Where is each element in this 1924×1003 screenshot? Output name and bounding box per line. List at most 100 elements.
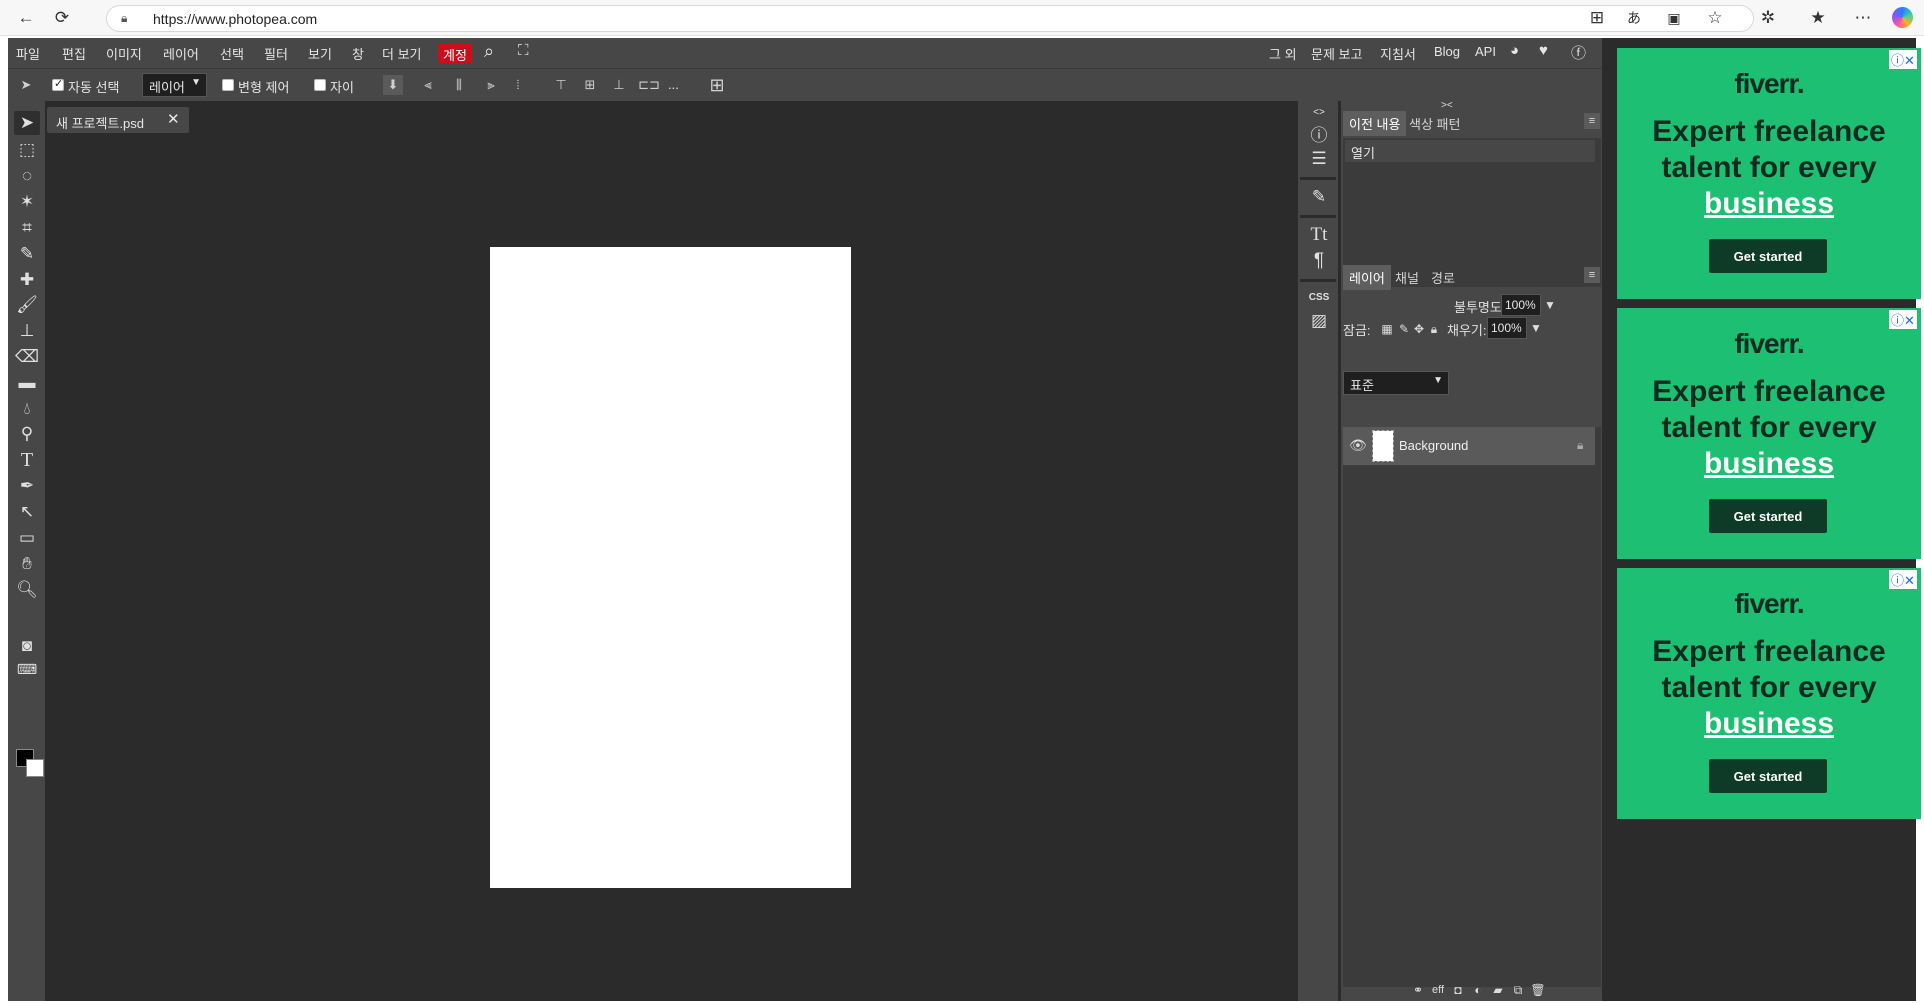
align-left-icon[interactable]: ⫷ (418, 75, 438, 95)
close-icon[interactable]: ✕ (167, 110, 180, 128)
visibility-eye-icon[interactable]: 👁︎ (1349, 437, 1367, 454)
menu-other[interactable]: 그 외 (1269, 44, 1297, 63)
fill-input[interactable]: 100% (1487, 317, 1527, 339)
star-icon[interactable]: ☆ (1703, 6, 1727, 30)
document-tab-name[interactable]: 새 프로젝트.psd (56, 113, 144, 132)
ad-banner[interactable]: ⓘ✕ fiverr. Expert freelance talent for e… (1617, 568, 1921, 819)
search-icon[interactable]: ⌕ (484, 41, 494, 62)
opacity-input[interactable]: 100% (1501, 294, 1541, 316)
account-button[interactable]: 계정 (438, 43, 472, 64)
menu-window[interactable]: 창 (352, 44, 364, 63)
distribute-v-icon[interactable]: ⊏⊐ (638, 75, 660, 95)
marquee-tool-icon[interactable]: ⬚ (14, 138, 40, 162)
keyboard-icon[interactable]: ⌨ (14, 657, 40, 681)
new-layer-icon[interactable]: ⧉ (1509, 982, 1527, 998)
more-options[interactable]: ... (668, 77, 679, 92)
url-text[interactable]: https://www.photopea.com (153, 11, 317, 27)
history-scrollbar[interactable] (1595, 138, 1601, 287)
layer-row[interactable]: 👁︎ Background 🔒︎ (1343, 427, 1599, 465)
brush-tool-icon[interactable]: 🖌︎ (14, 293, 40, 317)
menu-image[interactable]: 이미지 (106, 44, 142, 63)
collapse-arrows-icon[interactable]: <> (1306, 107, 1332, 118)
transform-controls-checkbox[interactable] (222, 79, 234, 91)
get-started-button[interactable]: Get started (1709, 239, 1827, 273)
distance-checkbox[interactable] (314, 79, 326, 91)
css-icon[interactable]: CSS (1306, 285, 1332, 309)
fullscreen-icon[interactable]: ⛶ (518, 42, 529, 59)
reddit-icon[interactable]: ◕ (1510, 42, 1519, 59)
lock-pixels-icon[interactable]: ✎ (1396, 321, 1412, 337)
facebook-icon[interactable]: ⓕ (1571, 42, 1586, 63)
effects-icon[interactable]: eff (1429, 982, 1447, 998)
eraser-tool-icon[interactable]: ⌫ (14, 345, 40, 369)
get-started-button[interactable]: Get started (1709, 499, 1827, 533)
apps-icon[interactable]: ⊞ (1585, 6, 1609, 30)
ad-link[interactable]: business (1637, 706, 1901, 742)
new-group-icon[interactable]: ▰ (1489, 982, 1507, 998)
eyedropper-tool-icon[interactable]: ✎ (14, 242, 40, 266)
ad-link[interactable]: business (1637, 186, 1901, 222)
brush-settings-icon[interactable]: ✎ (1306, 185, 1332, 209)
magic-wand-tool-icon[interactable]: ✶ (14, 190, 40, 214)
ad-close-icon[interactable]: ⓘ✕ (1889, 310, 1917, 329)
link-layers-icon[interactable]: ⚭ (1409, 982, 1427, 998)
layer-mask-icon[interactable]: ◘ (1449, 982, 1467, 998)
align-center-h-icon[interactable]: ⫼ (449, 75, 469, 95)
history-item[interactable]: 열기 (1345, 140, 1595, 162)
menu-tutorials[interactable]: 지침서 (1380, 44, 1416, 63)
layers-scrollbar[interactable] (1595, 427, 1601, 987)
tab-swatches[interactable]: 색상 패턴 (1403, 111, 1466, 136)
menu-filter[interactable]: 필터 (264, 44, 288, 63)
crop-tool-icon[interactable]: ⌗ (14, 216, 40, 240)
lock-all-icon[interactable]: 🔒︎ (1426, 321, 1442, 337)
paragraph-icon[interactable]: ¶ (1306, 249, 1332, 273)
info-icon[interactable]: ⓘ (1306, 121, 1332, 145)
align-right-icon[interactable]: ⫸ (481, 75, 501, 95)
get-started-button[interactable]: Get started (1709, 759, 1827, 793)
opacity-dropdown-icon[interactable]: ▼ (1542, 297, 1558, 313)
extensions-icon[interactable]: ✲ (1756, 6, 1780, 30)
clone-stamp-tool-icon[interactable]: ⊥ (14, 319, 40, 343)
type-tool-icon[interactable]: T (14, 448, 40, 472)
favorites-icon[interactable]: ★ (1806, 6, 1830, 30)
immersive-reader-icon[interactable]: ▣ (1662, 6, 1686, 30)
document-tab[interactable]: 새 프로젝트.psd ✕ (47, 107, 189, 133)
ad-close-icon[interactable]: ⓘ✕ (1889, 50, 1917, 69)
layer-name[interactable]: Background (1399, 438, 1468, 453)
align-bottom-icon[interactable]: ⊥ (609, 75, 629, 95)
grid-icon[interactable]: ⊞ (707, 75, 727, 95)
hand-tool-icon[interactable]: ✋︎ (14, 552, 40, 576)
move-tool-icon[interactable]: ➤ (14, 111, 40, 135)
blur-tool-icon[interactable]: 💧︎ (14, 397, 40, 421)
tab-channels[interactable]: 채널 (1389, 265, 1425, 290)
menu-file[interactable]: 파일 (16, 44, 40, 63)
healing-brush-tool-icon[interactable]: ✚ (14, 268, 40, 292)
align-middle-icon[interactable]: ⊞ (580, 75, 600, 95)
rectangle-tool-icon[interactable]: ▭ (14, 526, 40, 550)
background-color-swatch[interactable] (26, 759, 44, 777)
address-bar[interactable]: 🔒︎ https://www.photopea.com (106, 5, 1754, 32)
tab-layers[interactable]: 레이어 (1343, 265, 1391, 290)
translate-icon[interactable]: あ (1622, 6, 1646, 30)
character-icon[interactable]: Tt (1306, 223, 1332, 247)
path-select-tool-icon[interactable]: ↖ (14, 500, 40, 524)
menu-api[interactable]: API (1475, 44, 1496, 59)
adjustments-icon[interactable]: ☰ (1306, 147, 1332, 171)
auto-select-checkbox[interactable] (52, 77, 64, 91)
layers-panel-menu-icon[interactable]: ≡ (1584, 267, 1600, 283)
menu-select[interactable]: 선택 (220, 44, 244, 63)
pen-tool-icon[interactable]: ✒ (14, 474, 40, 498)
menu-blog[interactable]: Blog (1434, 44, 1460, 59)
tab-history[interactable]: 이전 내용 (1343, 111, 1407, 136)
auto-select-target-select[interactable]: 레이어 ▼ (142, 73, 207, 97)
dodge-tool-icon[interactable]: ⚲ (14, 422, 40, 446)
lasso-tool-icon[interactable]: ◌ (14, 164, 40, 188)
download-icon[interactable]: ⬇ (383, 75, 403, 95)
adjustment-layer-icon[interactable]: ◐ (1469, 982, 1487, 998)
ad-banner[interactable]: ⓘ✕ fiverr. Expert freelance talent for e… (1617, 48, 1921, 299)
menu-view[interactable]: 보기 (308, 44, 332, 63)
lock-icon[interactable]: 🔒︎ (121, 11, 127, 26)
zoom-tool-icon[interactable]: 🔍︎ (14, 578, 40, 602)
history-panel-menu-icon[interactable]: ≡ (1584, 113, 1600, 129)
trash-icon[interactable]: 🗑︎ (1529, 982, 1547, 998)
